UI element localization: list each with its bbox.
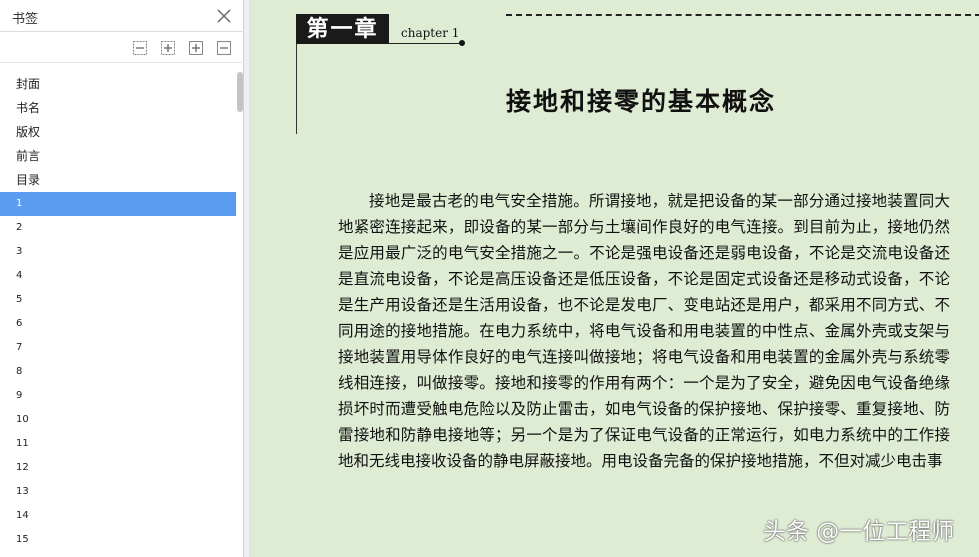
chapter-rule-dot (459, 40, 465, 46)
bookmark-panel-header: 书签 (0, 0, 244, 32)
bookmark-item-copyright[interactable]: 版权 (0, 120, 236, 144)
bookmark-panel: 书签 封面 书名 版权 前言 目录 1 2 3 4 5 6 7 8 9 10 1… (0, 0, 244, 557)
bookmark-toolbar (0, 33, 244, 63)
chapter-english-label: chapter 1 (401, 26, 460, 40)
expand-current-icon[interactable] (188, 40, 204, 56)
bookmark-item-page[interactable]: 11 (0, 432, 236, 456)
bookmark-item-contents[interactable]: 目录 (0, 168, 236, 192)
bookmark-item-page[interactable]: 3 (0, 240, 236, 264)
bookmark-item-page[interactable]: 5 (0, 288, 236, 312)
collapse-current-icon[interactable] (216, 40, 232, 56)
bookmark-item-page[interactable]: 10 (0, 408, 236, 432)
bookmark-item-page[interactable]: 13 (0, 480, 236, 504)
bookmark-item-page[interactable]: 15 (0, 528, 236, 552)
bookmark-item-page[interactable]: 4 (0, 264, 236, 288)
body-paragraph: 接地是最古老的电气安全措施。所谓接地，就是把设备的某一部分通过接地装置同大地紧密… (338, 192, 950, 470)
bookmark-item-page[interactable]: 9 (0, 384, 236, 408)
bookmark-item-page[interactable]: 1 (0, 192, 236, 216)
bookmark-item-page[interactable]: 6 (0, 312, 236, 336)
scrollbar-thumb[interactable] (237, 72, 243, 112)
bookmark-item-book-title[interactable]: 书名 (0, 96, 236, 120)
chapter-label: 第一章 (296, 14, 389, 44)
expand-all-icon[interactable] (160, 40, 176, 56)
collapse-all-icon[interactable] (132, 40, 148, 56)
chapter-title: 接地和接零的基本概念 (505, 87, 776, 116)
bookmark-item-page[interactable]: 2 (0, 216, 236, 240)
bookmark-scrollbar[interactable] (236, 72, 244, 557)
header-rule (506, 14, 979, 16)
bookmark-panel-title: 书签 (12, 12, 39, 27)
bookmark-item-page[interactable]: 14 (0, 504, 236, 528)
chapter-rule (389, 43, 461, 44)
bookmark-item-page[interactable]: 12 (0, 456, 236, 480)
document-page: 第一章 chapter 1 接地和接零的基本概念 接地是最古老的电气安全措施。所… (249, 0, 979, 557)
bookmark-item-page[interactable]: 8 (0, 360, 236, 384)
bookmark-list: 封面 书名 版权 前言 目录 1 2 3 4 5 6 7 8 9 10 11 1… (0, 72, 236, 557)
bookmark-item-preface[interactable]: 前言 (0, 144, 236, 168)
bookmark-item-page[interactable]: 7 (0, 336, 236, 360)
watermark: 头条 @一位工程师 (763, 519, 955, 545)
close-icon[interactable] (216, 8, 232, 24)
bookmark-item-cover[interactable]: 封面 (0, 72, 236, 96)
